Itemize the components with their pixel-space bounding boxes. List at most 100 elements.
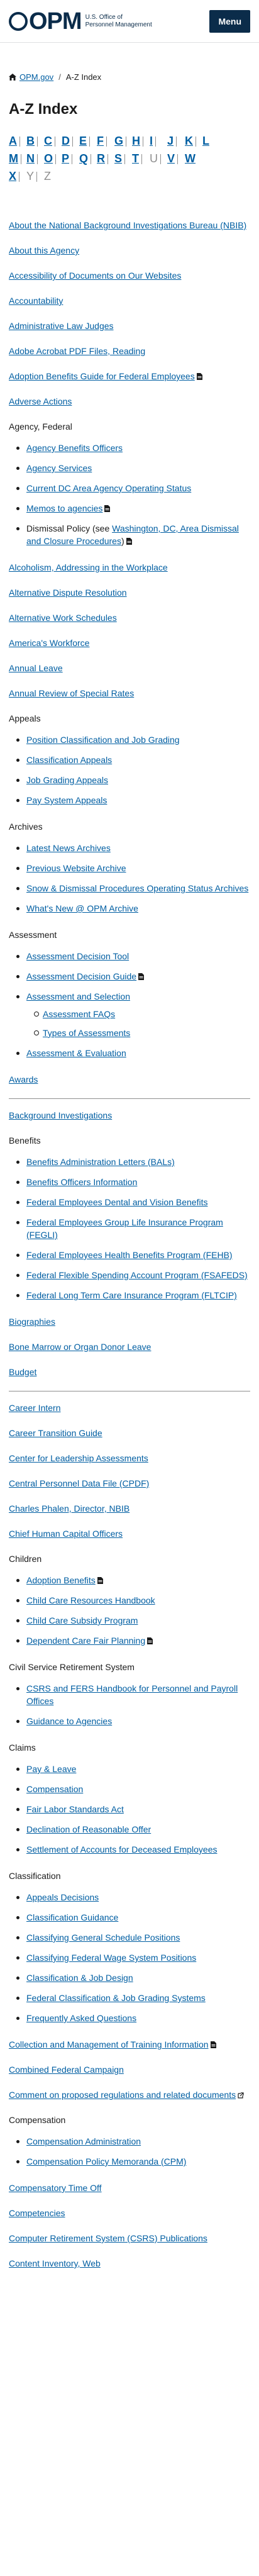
alphabet-letter-a[interactable]: A (9, 135, 26, 148)
index-link[interactable]: Agency Benefits Officers (26, 443, 123, 453)
index-link[interactable]: Benefits Administration Letters (BALs) (26, 1157, 175, 1167)
index-link[interactable]: Accountability (9, 296, 63, 306)
alphabet-link-o[interactable]: O (44, 152, 53, 165)
index-link[interactable]: Latest News Archives (26, 843, 111, 853)
alphabet-link-j[interactable]: J (167, 135, 174, 147)
index-link[interactable]: Biographies (9, 1317, 55, 1327)
alphabet-link-a[interactable]: A (9, 135, 17, 147)
index-link[interactable]: Memos to agencies (26, 503, 102, 513)
index-link[interactable]: Pay & Leave (26, 1764, 76, 1774)
alphabet-letter-t[interactable]: T (132, 152, 150, 165)
breadcrumb-home-link[interactable]: OPM.gov (19, 72, 53, 82)
alphabet-link-d[interactable]: D (62, 135, 70, 147)
index-link[interactable]: About this Agency (9, 245, 79, 255)
index-link[interactable]: Pay System Appeals (26, 795, 107, 805)
index-link[interactable]: Computer Retirement System (CSRS) Public… (9, 2233, 207, 2243)
index-link[interactable]: America's Workforce (9, 638, 89, 648)
index-link[interactable]: Compensation (26, 1784, 83, 1794)
index-link[interactable]: Types of Assessments (43, 1028, 130, 1038)
alphabet-letter-l[interactable]: L (202, 135, 220, 148)
index-link[interactable]: Assessment Decision Tool (26, 951, 129, 961)
index-link[interactable]: Career Intern (9, 1403, 60, 1413)
alphabet-link-t[interactable]: T (132, 152, 139, 165)
alphabet-letter-i[interactable]: I (150, 135, 167, 148)
index-link[interactable]: Classifying General Schedule Positions (26, 1932, 180, 1943)
index-link[interactable]: Adoption Benefits Guide for Federal Empl… (9, 371, 195, 381)
alphabet-letter-d[interactable]: D (62, 135, 79, 148)
index-link[interactable]: Frequently Asked Questions (26, 2013, 136, 2023)
opm-logo[interactable]: OPM U.S. Office of Personnel Management (9, 9, 152, 33)
index-link[interactable]: What's New @ OPM Archive (26, 903, 138, 913)
index-link[interactable]: Competencies (9, 2208, 65, 2218)
alphabet-letter-x[interactable]: X (9, 170, 26, 183)
index-link[interactable]: Classifying Federal Wage System Position… (26, 1953, 196, 1963)
index-link[interactable]: Central Personnel Data File (CPDF) (9, 1478, 149, 1488)
alphabet-link-m[interactable]: M (9, 152, 18, 165)
alphabet-link-f[interactable]: F (97, 135, 104, 147)
alphabet-link-i[interactable]: I (150, 135, 153, 147)
alphabet-link-g[interactable]: G (114, 135, 123, 147)
index-link[interactable]: Alternative Work Schedules (9, 613, 117, 623)
index-link[interactable]: Awards (9, 1074, 38, 1084)
index-link[interactable]: Federal Flexible Spending Account Progra… (26, 1270, 248, 1280)
alphabet-letter-c[interactable]: C (44, 135, 62, 148)
index-link[interactable]: Settlement of Accounts for Deceased Empl… (26, 1844, 218, 1854)
index-link[interactable]: Compensation Administration (26, 2136, 141, 2146)
alphabet-link-e[interactable]: E (79, 135, 87, 147)
alphabet-link-k[interactable]: K (185, 135, 193, 147)
index-link[interactable]: Guidance to Agencies (26, 1716, 112, 1726)
alphabet-letter-e[interactable]: E (79, 135, 97, 148)
index-link[interactable]: Bone Marrow or Organ Donor Leave (9, 1342, 151, 1352)
index-link[interactable]: Federal Employees Health Benefits Progra… (26, 1250, 233, 1260)
alphabet-letter-s[interactable]: S (114, 152, 132, 165)
index-link[interactable]: Job Grading Appeals (26, 775, 108, 785)
index-link[interactable]: Chief Human Capital Officers (9, 1529, 123, 1539)
index-link[interactable]: Current DC Area Agency Operating Status (26, 483, 191, 493)
alphabet-link-x[interactable]: X (9, 170, 16, 182)
alphabet-link-p[interactable]: P (62, 152, 69, 165)
alphabet-letter-o[interactable]: O (44, 152, 62, 165)
index-link[interactable]: Assessment and Selection (26, 991, 130, 1001)
index-link[interactable]: Alternative Dispute Resolution (9, 588, 127, 598)
index-link[interactable]: Federal Long Term Care Insurance Program… (26, 1290, 237, 1300)
index-link[interactable]: Assessment & Evaluation (26, 1048, 126, 1058)
index-link[interactable]: Alcoholism, Addressing in the Workplace (9, 562, 168, 572)
index-link[interactable]: Federal Employees Dental and Vision Bene… (26, 1197, 207, 1207)
index-link[interactable]: Charles Phalen, Director, NBIB (9, 1503, 130, 1514)
index-link[interactable]: Annual Review of Special Rates (9, 688, 134, 698)
index-link[interactable]: Federal Employees Group Life Insurance P… (26, 1217, 223, 1240)
alphabet-letter-v[interactable]: V (167, 152, 185, 165)
alphabet-letter-w[interactable]: W (185, 152, 202, 165)
alphabet-link-w[interactable]: W (185, 152, 196, 165)
alphabet-link-l[interactable]: L (202, 135, 209, 147)
index-link[interactable]: Center for Leadership Assessments (9, 1453, 148, 1463)
alphabet-link-c[interactable]: C (44, 135, 52, 147)
index-link[interactable]: Child Care Resources Handbook (26, 1595, 155, 1605)
index-link[interactable]: Administrative Law Judges (9, 321, 114, 331)
index-link[interactable]: Budget (9, 1367, 36, 1377)
alphabet-letter-k[interactable]: K (185, 135, 202, 148)
index-link[interactable]: Classification Appeals (26, 755, 112, 765)
index-link[interactable]: Appeals Decisions (26, 1892, 99, 1902)
index-link[interactable]: Fair Labor Standards Act (26, 1804, 124, 1814)
alphabet-letter-g[interactable]: G (114, 135, 132, 148)
alphabet-link-v[interactable]: V (167, 152, 175, 165)
index-link[interactable]: Position Classification and Job Grading (26, 735, 180, 745)
index-link[interactable]: Combined Federal Campaign (9, 2065, 124, 2075)
alphabet-letter-j[interactable]: J (167, 135, 185, 148)
alphabet-link-q[interactable]: Q (79, 152, 88, 165)
index-link[interactable]: Content Inventory, Web (9, 2258, 101, 2268)
alphabet-letter-m[interactable]: M (9, 152, 26, 165)
index-link[interactable]: Agency Services (26, 463, 92, 473)
index-link[interactable]: Career Transition Guide (9, 1428, 102, 1438)
alphabet-letter-b[interactable]: B (26, 135, 44, 148)
index-link[interactable]: CSRS and FERS Handbook for Personnel and… (26, 1683, 238, 1706)
index-link[interactable]: Accessibility of Documents on Our Websit… (9, 270, 181, 281)
alphabet-link-s[interactable]: S (114, 152, 122, 165)
alphabet-link-h[interactable]: H (132, 135, 140, 147)
alphabet-letter-f[interactable]: F (97, 135, 114, 148)
index-link[interactable]: Snow & Dismissal Procedures Operating St… (26, 883, 248, 893)
alphabet-letter-p[interactable]: P (62, 152, 79, 165)
index-link[interactable]: Collection and Management of Training In… (9, 2039, 209, 2049)
index-link[interactable]: Compensatory Time Off (9, 2183, 102, 2193)
